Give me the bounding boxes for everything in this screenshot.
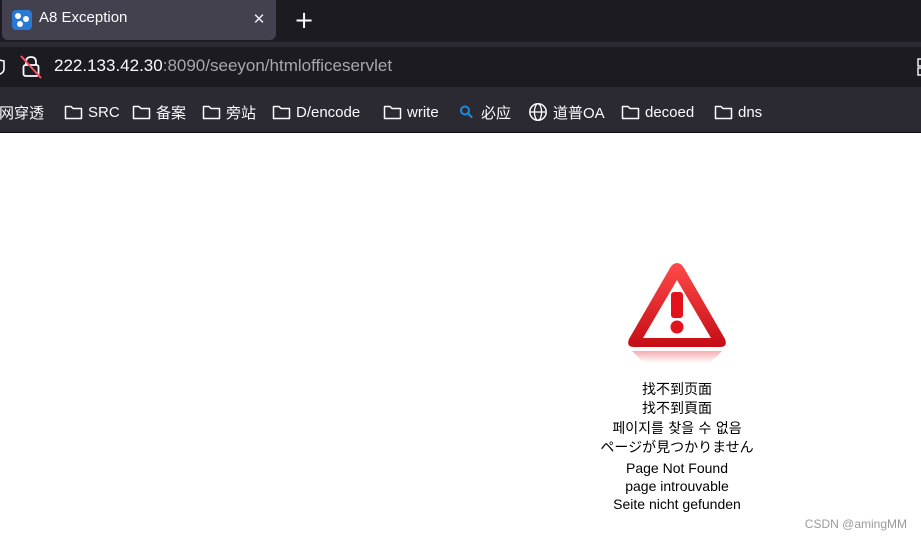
error-message-en: Page Not Found: [626, 459, 728, 476]
folder-icon: [202, 105, 221, 120]
address-bar[interactable]: 222.133.42.30:8090/seeyon/htmlofficeserv…: [0, 47, 921, 87]
url-path: :8090/seeyon/htmlofficeservlet: [162, 56, 393, 75]
error-message-ja: ページが見つかりません: [600, 440, 754, 457]
nav-bar: 222.133.42.30:8090/seeyon/htmlofficeserv…: [0, 42, 921, 92]
folder-icon: [383, 105, 402, 120]
folder-icon: [621, 105, 640, 120]
warning-triangle-icon: [628, 263, 726, 363]
url-host: 222.133.42.30: [54, 56, 163, 75]
bookmark-label: D/encode: [296, 103, 361, 121]
bookmark-label: write: [407, 103, 439, 121]
error-message-fr: page introuvable: [625, 477, 729, 494]
globe-icon: [529, 103, 547, 121]
folder-icon: [714, 105, 733, 120]
tab-strip: A8 Exception ✕ +: [0, 0, 921, 42]
reader-view-icon[interactable]: [917, 57, 921, 77]
bookmark-label: 道普OA: [553, 104, 605, 122]
error-message-zh-cn: 找不到页面: [642, 382, 712, 398]
page-content: 找不到页面 找不到頁面 페이지를 찾을 수 없음 ページが見つかりません Pag…: [0, 133, 921, 541]
bookmark-dns[interactable]: dns: [714, 92, 762, 132]
error-messages: 找不到页面 找不到頁面 페이지를 찾을 수 없음 ページが見つかりません Pag…: [577, 381, 777, 513]
bookmark-write[interactable]: write: [383, 92, 439, 132]
bookmark-d-encode[interactable]: D/encode: [272, 92, 360, 132]
new-tab-button[interactable]: +: [290, 6, 318, 34]
bookmarks-toolbar: 内网穿透 SRC 备案 旁站 D/encode write 必应 道普OA de…: [0, 92, 921, 133]
bookmark-label: SRC: [88, 103, 120, 121]
bookmark-pangzhan[interactable]: 旁站: [202, 92, 256, 132]
bookmark-label: 必应: [481, 104, 512, 122]
error-message-ko: 페이지를 찾을 수 없음: [612, 420, 742, 437]
url-text[interactable]: 222.133.42.30:8090/seeyon/htmlofficeserv…: [54, 56, 392, 76]
tab-title: A8 Exception: [39, 9, 128, 26]
bookmark-bing[interactable]: 必应: [458, 92, 511, 132]
bookmark-label: dns: [738, 103, 763, 121]
error-message-zh-tw: 找不到頁面: [642, 401, 712, 418]
bookmark-label: decoed: [645, 103, 695, 121]
watermark: CSDN @amingMM: [804, 517, 907, 531]
bookmark-daopu-oa[interactable]: 道普OA: [528, 92, 605, 132]
seeyon-favicon-icon: [12, 10, 32, 30]
bookmark-src[interactable]: SRC: [64, 92, 120, 132]
bookmark-neiwang[interactable]: 内网穿透: [0, 92, 44, 132]
bookmark-label: 内网穿透: [0, 104, 45, 122]
bookmark-decoed[interactable]: decoed: [621, 92, 694, 132]
search-icon: [460, 105, 473, 119]
bookmark-beian[interactable]: 备案: [132, 92, 186, 132]
folder-icon: [132, 105, 151, 120]
folder-icon: [64, 105, 83, 120]
bookmark-label: 备案: [156, 104, 187, 122]
insecure-lock-icon[interactable]: [20, 55, 42, 79]
tab-active[interactable]: A8 Exception ✕: [2, 0, 276, 40]
bookmark-label: 旁站: [226, 104, 257, 122]
error-message-de: Seite nicht gefunden: [613, 496, 741, 513]
tab-close-icon[interactable]: ✕: [249, 8, 269, 30]
folder-icon: [272, 105, 291, 120]
shield-icon[interactable]: [0, 57, 6, 77]
